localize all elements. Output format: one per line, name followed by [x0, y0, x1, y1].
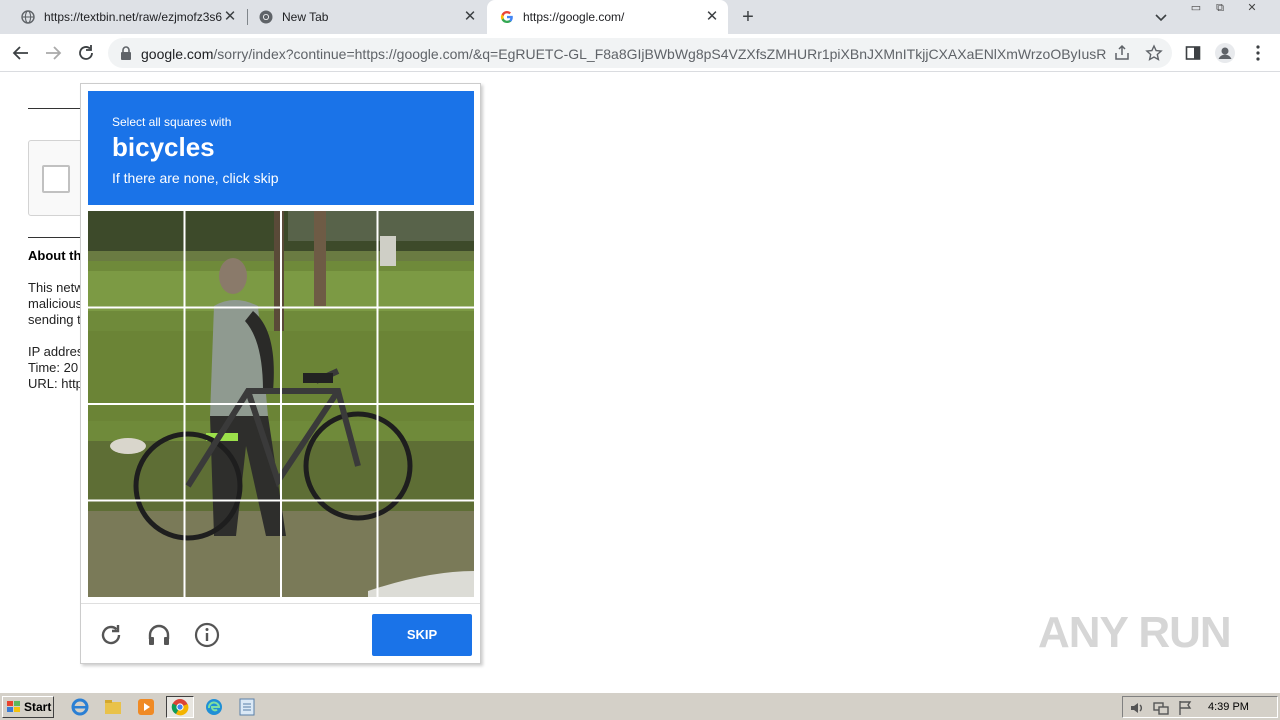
bookmark-star-icon[interactable]: [1145, 44, 1163, 62]
ie-icon[interactable]: [66, 696, 94, 718]
anyrun-watermark: ANY RUN: [1038, 608, 1232, 657]
challenge-tile[interactable]: [281, 308, 378, 405]
divider: [28, 108, 80, 109]
chrome-icon[interactable]: [166, 696, 194, 718]
minimize-icon[interactable]: ▭: [1184, 0, 1208, 16]
tab-title: https://textbin.net/raw/ezjmofz3s6: [44, 10, 222, 24]
paragraph-line: malicious: [28, 296, 80, 311]
challenge-tile[interactable]: [88, 501, 185, 598]
challenge-tile[interactable]: [281, 211, 378, 308]
tab-title: New Tab: [282, 10, 329, 24]
browser-toolbar: google.com/sorry/index?continue=https://…: [0, 34, 1280, 72]
side-panel-icon[interactable]: [1182, 42, 1204, 64]
url-path: /sorry/index?continue=https://google.com…: [213, 46, 1106, 62]
profile-avatar-icon[interactable]: [1214, 42, 1236, 64]
challenge-image-grid: [88, 211, 474, 597]
close-icon[interactable]: ✕: [222, 9, 238, 25]
explorer-icon[interactable]: [99, 696, 127, 718]
tab-google[interactable]: https://google.com/ ✕: [487, 0, 728, 34]
url-text: google.com/sorry/index?continue=https://…: [141, 46, 1106, 62]
reload-icon[interactable]: [74, 41, 98, 65]
tab-strip: https://textbin.net/raw/ezjmofz3s6 ✕ New…: [0, 0, 1280, 34]
edge-icon[interactable]: [200, 696, 228, 718]
url-host: google.com: [141, 46, 214, 62]
lock-icon[interactable]: [120, 46, 132, 60]
skip-button[interactable]: SKIP: [372, 614, 472, 656]
info-icon[interactable]: [194, 622, 220, 648]
forward-icon[interactable]: [41, 41, 65, 65]
challenge-tile[interactable]: [185, 501, 282, 598]
back-icon[interactable]: [9, 41, 33, 65]
address-bar[interactable]: google.com/sorry/index?continue=https://…: [108, 38, 1172, 68]
challenge-tile[interactable]: [88, 404, 185, 501]
new-tab-button[interactable]: +: [737, 6, 759, 28]
kebab-menu-icon[interactable]: [1247, 42, 1269, 64]
windows-logo-icon: [7, 701, 21, 713]
divider: [28, 237, 80, 238]
close-icon[interactable]: ✕: [462, 9, 478, 25]
challenge-tile[interactable]: [378, 501, 475, 598]
challenge-tile[interactable]: [185, 308, 282, 405]
challenge-tile[interactable]: [88, 211, 185, 308]
start-button[interactable]: Start: [2, 696, 54, 718]
globe-icon: [20, 9, 36, 25]
system-tray: [1122, 696, 1278, 718]
flag-icon[interactable]: [1177, 700, 1193, 716]
recaptcha-widget[interactable]: [28, 140, 88, 216]
info-line: URL: http: [28, 376, 80, 391]
tab-title: https://google.com/: [523, 10, 625, 24]
taskbar-clock: 4:39 PM: [1208, 701, 1249, 713]
recaptcha-checkbox[interactable]: [42, 165, 70, 193]
paragraph-line: This netw: [28, 280, 80, 295]
challenge-tile[interactable]: [281, 501, 378, 598]
challenge-tile[interactable]: [378, 404, 475, 501]
close-window-icon[interactable]: ✕: [1240, 0, 1264, 16]
challenge-tile[interactable]: [185, 404, 282, 501]
restore-icon[interactable]: ⧉: [1208, 0, 1232, 16]
recaptcha-challenge: Select all squares with bicycles If ther…: [80, 83, 481, 664]
notepad-icon[interactable]: [233, 696, 261, 718]
info-line: IP addres: [28, 344, 80, 359]
network-icon[interactable]: [1153, 700, 1169, 716]
challenge-header: Select all squares with bicycles If ther…: [88, 91, 474, 205]
challenge-instruction: Select all squares with: [112, 115, 232, 129]
chrome-icon: [258, 9, 274, 25]
media-player-icon[interactable]: [132, 696, 160, 718]
challenge-footer: SKIP: [81, 603, 480, 663]
paragraph-line: sending t: [28, 312, 80, 327]
challenge-target: bicycles: [112, 132, 215, 162]
challenge-tile[interactable]: [88, 308, 185, 405]
about-heading: About th: [28, 248, 82, 263]
google-icon: [499, 9, 515, 25]
windows-taskbar: Start 4:39 PM: [0, 692, 1280, 720]
challenge-hint: If there are none, click skip: [112, 170, 279, 186]
challenge-tile[interactable]: [185, 211, 282, 308]
info-line: Time: 20: [28, 360, 79, 375]
reload-icon[interactable]: [98, 622, 124, 648]
close-icon[interactable]: ✕: [704, 9, 720, 25]
headphones-icon[interactable]: [146, 622, 172, 648]
tab-textbin[interactable]: https://textbin.net/raw/ezjmofz3s6 ✕: [0, 0, 246, 34]
challenge-tile[interactable]: [378, 211, 475, 308]
chevron-down-icon[interactable]: [1152, 8, 1170, 26]
tab-new-tab[interactable]: New Tab ✕: [238, 0, 486, 34]
challenge-tile[interactable]: [281, 404, 378, 501]
challenge-tile[interactable]: [378, 308, 475, 405]
share-icon[interactable]: [1113, 44, 1131, 62]
start-label: Start: [24, 700, 52, 714]
volume-icon[interactable]: [1129, 700, 1145, 716]
